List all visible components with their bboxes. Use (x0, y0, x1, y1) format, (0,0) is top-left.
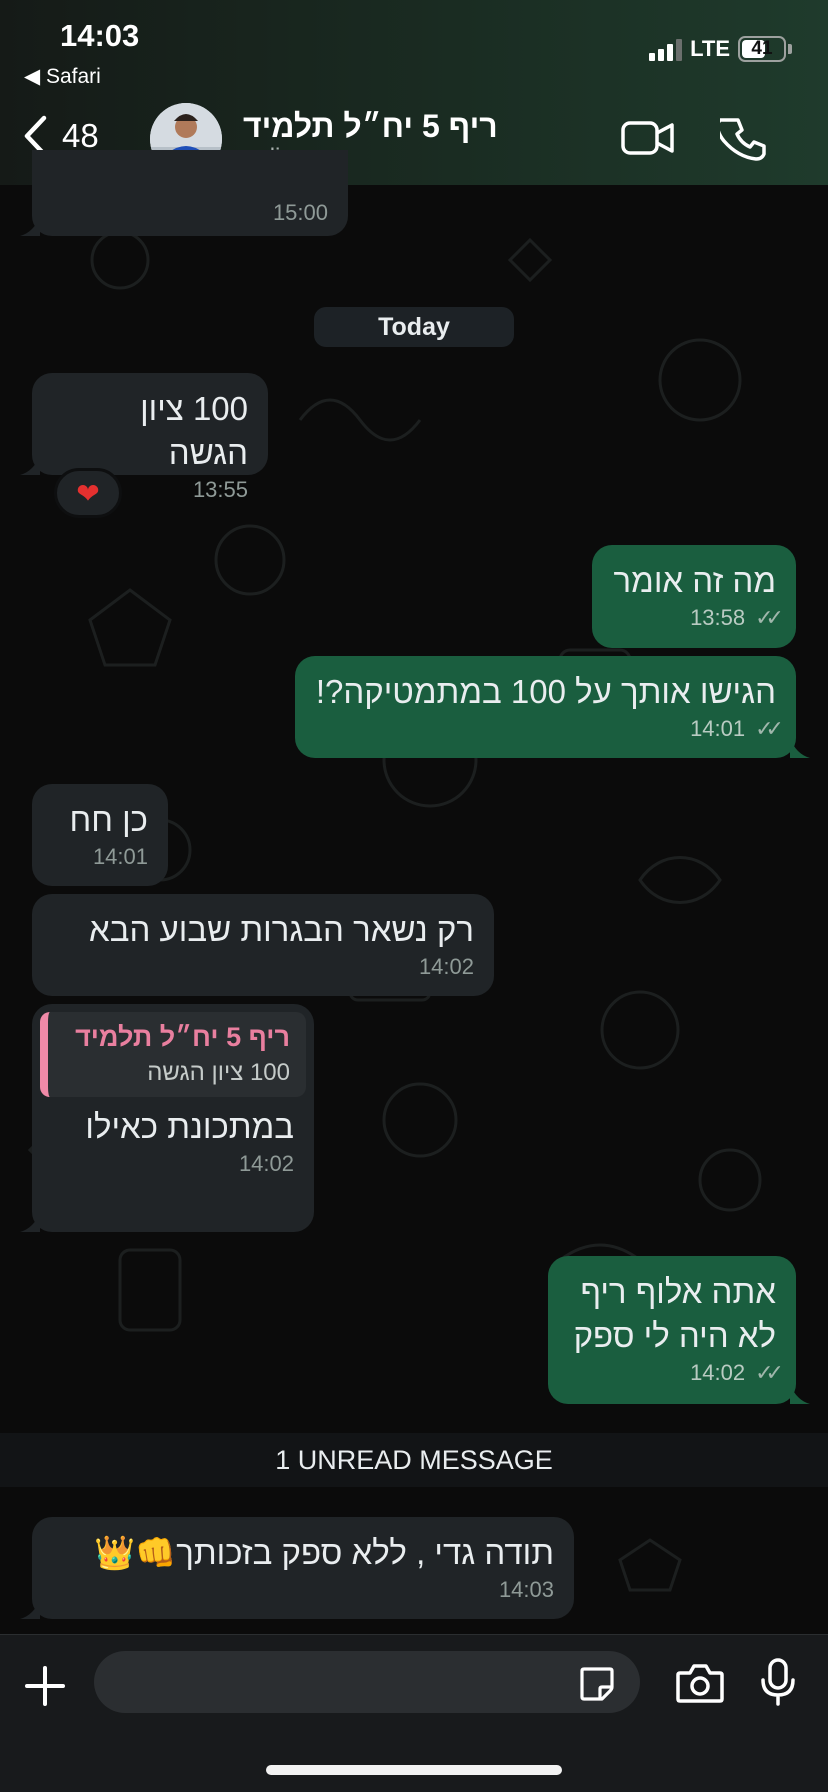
message-time: 13:55 (192, 477, 248, 502)
sticker-button[interactable] (578, 1665, 616, 1708)
home-indicator[interactable] (266, 1765, 562, 1775)
voice-call-button[interactable] (715, 116, 766, 167)
message-bubble[interactable]: הגישו אותך על 100 במתמטיקה?! 14:01 ✓✓ (295, 656, 796, 758)
message-time: 14:02 (418, 954, 474, 979)
video-camera-icon (621, 121, 674, 155)
video-call-button[interactable] (620, 118, 676, 163)
message-time: 14:03 (498, 1577, 554, 1602)
attach-button[interactable] (24, 1665, 66, 1712)
unread-messages-banner: 1 UNREAD MESSAGE (0, 1433, 828, 1487)
status-indicators: LTE 41 (649, 36, 792, 62)
voice-message-button[interactable] (760, 1657, 796, 1712)
signal-icon (649, 37, 683, 61)
contact-name[interactable]: ריף 5 יח״ל תלמיד (243, 108, 498, 145)
phone-icon (715, 118, 766, 161)
battery-icon: 41 (738, 36, 786, 62)
battery-level: 41 (751, 38, 773, 59)
read-ticks-icon: ✓✓ (755, 1360, 784, 1385)
status-time: 14:03 (60, 18, 140, 53)
message-bubble[interactable]: 100 ציון הגשה 13:55 (32, 373, 268, 502)
heart-reaction[interactable]: ❤ (54, 468, 122, 518)
read-ticks-icon: ✓✓ (755, 716, 784, 741)
message-input[interactable] (94, 1651, 640, 1713)
quoted-text: 100 ציון הגשה (147, 1059, 290, 1086)
heart-icon: ❤ (76, 477, 100, 509)
message-text: הגישו אותך על 100 במתמטיקה?! (315, 673, 776, 710)
message-bubble[interactable]: רק נשאר הבגרות שבוע הבא 14:02 (32, 894, 494, 996)
read-ticks-icon: ✓✓ (755, 605, 784, 630)
camera-button[interactable] (675, 1661, 725, 1710)
message-time: 13:58 (690, 605, 746, 630)
message-time: 14:02 (238, 1151, 294, 1176)
camera-icon (676, 1664, 724, 1703)
message-bubble[interactable]: מה זה אומר 13:58 ✓✓ (592, 545, 796, 648)
date-separator: Today (314, 307, 514, 347)
message-bubble[interactable]: אתה אלוף ריף לא היה לי ספק 14:02 ✓✓ (548, 1256, 796, 1404)
network-type: LTE (690, 36, 730, 61)
message-text: במתכונת כאילו (85, 1108, 294, 1145)
microphone-icon (761, 1658, 795, 1706)
message-bubble[interactable]: תודה גדי , ללא ספק בזכותך👊👑 14:03 (32, 1517, 574, 1619)
message-time: 14:02 (690, 1360, 746, 1385)
message-time: 15:00 (272, 200, 328, 225)
message-bubble[interactable]: ריף 5 יח״ל תלמיד 100 ציון הגשה במתכונת כ… (32, 1004, 314, 1232)
message-bubble[interactable]: 15:00 (32, 150, 348, 236)
message-text: אתה אלוף ריף לא היה לי ספק (573, 1273, 776, 1354)
quoted-author: ריף 5 יח״ל תלמיד (75, 1022, 290, 1052)
message-text: מה זה אומר (613, 562, 776, 599)
message-text: רק נשאר הבגרות שבוע הבא (89, 911, 474, 948)
message-bubble[interactable]: כן חח 14:01 (32, 784, 168, 886)
message-time: 14:01 (690, 716, 746, 741)
message-text: כן חח (69, 801, 148, 838)
sticker-icon (580, 1667, 614, 1701)
plus-icon (25, 1666, 65, 1706)
back-to-safari[interactable]: ◀ Safari (24, 64, 101, 89)
message-text: תודה גדי , ללא ספק בזכותך👊👑 (94, 1534, 554, 1571)
quoted-message[interactable]: ריף 5 יח״ל תלמיד 100 ציון הגשה (40, 1012, 306, 1097)
message-time: 14:01 (92, 844, 148, 869)
message-text: 100 ציון הגשה (140, 390, 248, 471)
